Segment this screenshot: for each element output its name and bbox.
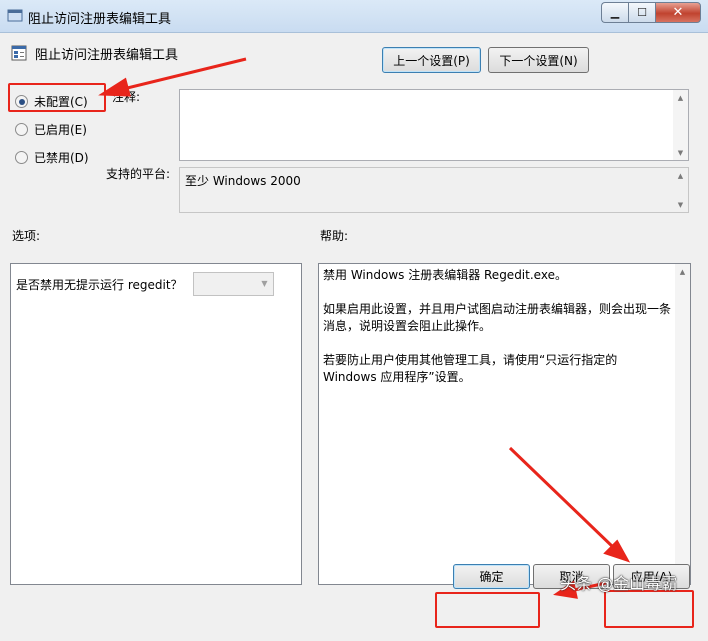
watermark: 头条 @金山毒霸 xyxy=(560,574,678,593)
arrowhead-icon xyxy=(98,77,131,97)
arrow-to-apply xyxy=(508,446,616,550)
annotation-arrows xyxy=(98,57,631,599)
arrow-to-not-configured xyxy=(122,57,247,91)
